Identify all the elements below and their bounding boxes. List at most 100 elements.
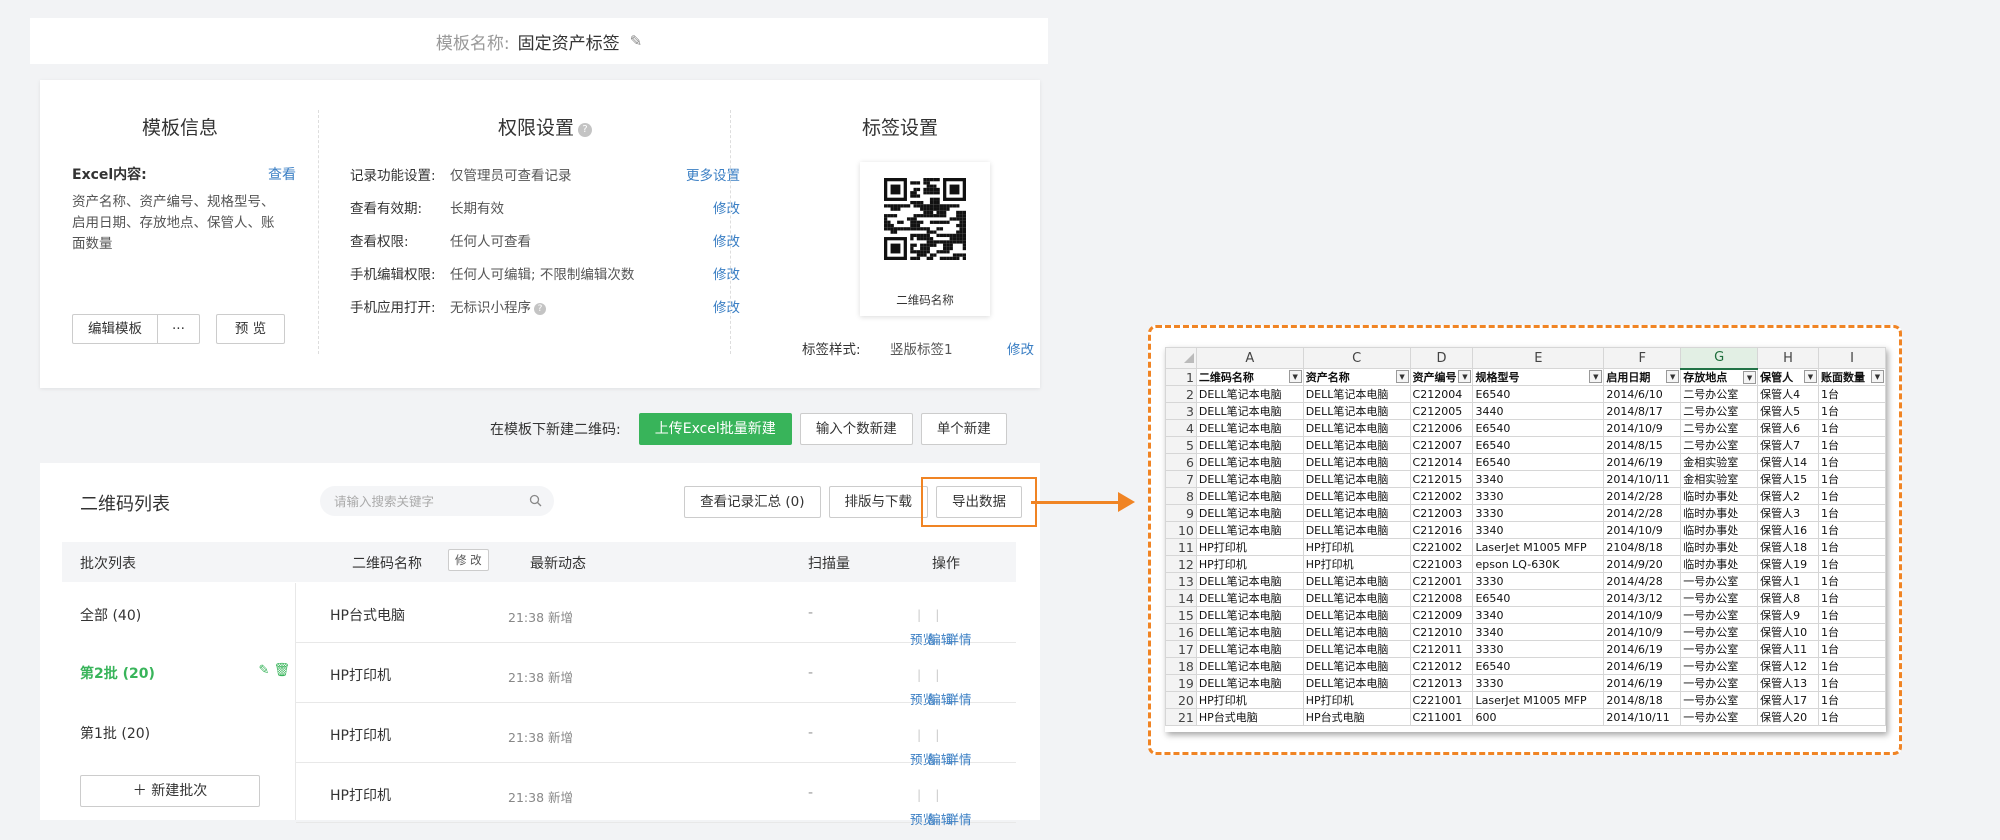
excel-cell[interactable]: DELL笔记本电脑 bbox=[1302, 402, 1411, 420]
excel-cell[interactable]: 2104/8/18 bbox=[1603, 538, 1682, 556]
layout-download-button[interactable]: 排版与下载 bbox=[828, 486, 928, 518]
excel-cell[interactable]: 3340 bbox=[1472, 606, 1605, 624]
trash-icon[interactable]: 🗑 bbox=[273, 663, 290, 678]
excel-cell[interactable]: DELL笔记本电脑 bbox=[1302, 453, 1411, 471]
excel-cell[interactable]: 保管人11 bbox=[1757, 640, 1819, 658]
row-number[interactable]: 3 bbox=[1165, 402, 1197, 420]
excel-cell[interactable]: 1台 bbox=[1817, 606, 1886, 624]
excel-cell[interactable]: 2014/2/28 bbox=[1603, 504, 1682, 522]
excel-cell[interactable]: 1台 bbox=[1817, 436, 1886, 454]
excel-cell[interactable]: E6540 bbox=[1472, 453, 1605, 471]
excel-cell[interactable]: 一号办公室 bbox=[1680, 606, 1759, 624]
edit-template-button[interactable]: 编辑模板 bbox=[72, 314, 158, 344]
detail-link[interactable]: 详情 bbox=[946, 809, 971, 828]
excel-cell[interactable]: C212003 bbox=[1409, 504, 1474, 522]
excel-cell[interactable]: C212004 bbox=[1409, 385, 1474, 403]
excel-cell[interactable]: C212010 bbox=[1409, 623, 1474, 641]
excel-cell[interactable]: HP打印机 bbox=[1302, 555, 1411, 573]
excel-cell[interactable]: 2014/3/12 bbox=[1603, 589, 1682, 607]
excel-header-cell[interactable]: 保管人 ▼ bbox=[1757, 368, 1819, 386]
excel-cell[interactable]: DELL笔记本电脑 bbox=[1302, 521, 1411, 539]
batch-item-1[interactable]: 第1批 (20) bbox=[80, 723, 290, 743]
row-number[interactable]: 11 bbox=[1165, 538, 1197, 556]
row-number[interactable]: 10 bbox=[1165, 521, 1197, 539]
filter-dropdown-icon[interactable]: ▼ bbox=[1288, 370, 1302, 383]
excel-cell[interactable]: C212005 bbox=[1409, 402, 1474, 420]
excel-cell[interactable]: 临时办事处 bbox=[1680, 487, 1759, 505]
filter-dropdown-icon[interactable]: ▼ bbox=[1871, 370, 1884, 383]
excel-cell[interactable]: C212014 bbox=[1409, 453, 1474, 471]
excel-cell[interactable]: 2014/2/28 bbox=[1603, 487, 1682, 505]
excel-cell[interactable]: DELL笔记本电脑 bbox=[1302, 487, 1411, 505]
excel-cell[interactable]: 2014/4/28 bbox=[1603, 572, 1682, 590]
modify-link[interactable]: 修改 bbox=[713, 296, 740, 316]
excel-cell[interactable]: E6540 bbox=[1472, 385, 1605, 403]
row-number[interactable]: 12 bbox=[1165, 555, 1197, 573]
row-number[interactable]: 13 bbox=[1165, 572, 1197, 590]
excel-cell[interactable]: 二号办公室 bbox=[1680, 402, 1759, 420]
row-number[interactable]: 5 bbox=[1165, 436, 1197, 454]
row-number[interactable]: 6 bbox=[1165, 453, 1197, 471]
excel-cell[interactable]: 保管人9 bbox=[1757, 606, 1819, 624]
excel-cell[interactable]: 保管人3 bbox=[1757, 504, 1819, 522]
excel-cell[interactable]: 2014/10/11 bbox=[1603, 470, 1682, 488]
row-number[interactable]: 1 bbox=[1165, 368, 1197, 386]
excel-cell[interactable]: DELL笔记本电脑 bbox=[1302, 674, 1411, 692]
excel-cell[interactable]: C212007 bbox=[1409, 436, 1474, 454]
excel-cell[interactable]: 2014/8/15 bbox=[1603, 436, 1682, 454]
excel-cell[interactable]: 1台 bbox=[1817, 623, 1886, 641]
excel-cell[interactable]: 3330 bbox=[1472, 572, 1605, 590]
excel-cell[interactable]: DELL笔记本电脑 bbox=[1195, 589, 1304, 607]
select-all-corner[interactable] bbox=[1165, 347, 1197, 369]
batch-item-2[interactable]: 第2批 (20) ✎ 🗑 bbox=[80, 663, 290, 683]
excel-cell[interactable]: 临时办事处 bbox=[1680, 504, 1759, 522]
excel-cell[interactable]: 1台 bbox=[1817, 419, 1886, 437]
excel-cell[interactable]: 1台 bbox=[1817, 691, 1886, 709]
excel-cell[interactable]: E6540 bbox=[1472, 589, 1605, 607]
excel-cell[interactable]: 3330 bbox=[1472, 674, 1605, 692]
excel-cell[interactable]: 1台 bbox=[1817, 521, 1886, 539]
excel-cell[interactable]: 1台 bbox=[1817, 504, 1886, 522]
row-number[interactable]: 9 bbox=[1165, 504, 1197, 522]
excel-cell[interactable]: DELL笔记本电脑 bbox=[1302, 623, 1411, 641]
excel-cell[interactable]: C212008 bbox=[1409, 589, 1474, 607]
excel-cell[interactable]: 3340 bbox=[1472, 623, 1605, 641]
row-number[interactable]: 14 bbox=[1165, 589, 1197, 607]
excel-cell[interactable]: DELL笔记本电脑 bbox=[1302, 589, 1411, 607]
excel-cell[interactable]: 2014/9/20 bbox=[1603, 555, 1682, 573]
row-number[interactable]: 19 bbox=[1165, 674, 1197, 692]
excel-cell[interactable]: DELL笔记本电脑 bbox=[1302, 385, 1411, 403]
excel-cell[interactable]: 2014/10/9 bbox=[1603, 623, 1682, 641]
more-settings-link[interactable]: 更多设置 bbox=[686, 164, 740, 184]
excel-cell[interactable]: C221002 bbox=[1409, 538, 1474, 556]
excel-header-cell[interactable]: 账面数量 ▼ bbox=[1817, 368, 1886, 386]
help-icon[interactable]: ? bbox=[578, 123, 592, 137]
excel-cell[interactable]: HP台式电脑 bbox=[1302, 708, 1411, 726]
excel-cell[interactable]: 保管人15 bbox=[1757, 470, 1819, 488]
excel-cell[interactable]: DELL笔记本电脑 bbox=[1302, 572, 1411, 590]
excel-cell[interactable]: HP打印机 bbox=[1302, 538, 1411, 556]
batch-item-all[interactable]: 全部 (40) bbox=[80, 605, 290, 625]
excel-cell[interactable]: 2014/10/11 bbox=[1603, 708, 1682, 726]
excel-cell[interactable]: 2014/6/19 bbox=[1603, 657, 1682, 675]
excel-cell[interactable]: C212006 bbox=[1409, 419, 1474, 437]
table-row[interactable]: HP台式电脑 21:38 新增 - 预览 | 编辑 | 详情 bbox=[296, 583, 1016, 647]
excel-cell[interactable]: C212009 bbox=[1409, 606, 1474, 624]
excel-header-cell[interactable]: 启用日期 ▼ bbox=[1603, 368, 1682, 386]
input-count-button[interactable]: 输入个数新建 bbox=[799, 413, 913, 445]
excel-cell[interactable]: 保管人16 bbox=[1757, 521, 1819, 539]
excel-cell[interactable]: DELL笔记本电脑 bbox=[1302, 419, 1411, 437]
excel-header-cell[interactable]: 二维码名称 ▼ bbox=[1195, 368, 1304, 386]
excel-cell[interactable]: 2014/6/10 bbox=[1603, 385, 1682, 403]
excel-cell[interactable]: 一号办公室 bbox=[1680, 589, 1759, 607]
more-options-button[interactable]: ··· bbox=[158, 314, 200, 344]
excel-cell[interactable]: 一号办公室 bbox=[1680, 674, 1759, 692]
excel-cell[interactable]: 1台 bbox=[1817, 385, 1886, 403]
excel-cell[interactable]: 保管人17 bbox=[1757, 691, 1819, 709]
excel-cell[interactable]: C212002 bbox=[1409, 487, 1474, 505]
modify-link[interactable]: 修改 bbox=[713, 230, 740, 250]
column-header-e[interactable]: E bbox=[1472, 347, 1605, 369]
excel-cell[interactable]: DELL笔记本电脑 bbox=[1195, 419, 1304, 437]
excel-cell[interactable]: C212001 bbox=[1409, 572, 1474, 590]
excel-cell[interactable]: DELL笔记本电脑 bbox=[1195, 504, 1304, 522]
